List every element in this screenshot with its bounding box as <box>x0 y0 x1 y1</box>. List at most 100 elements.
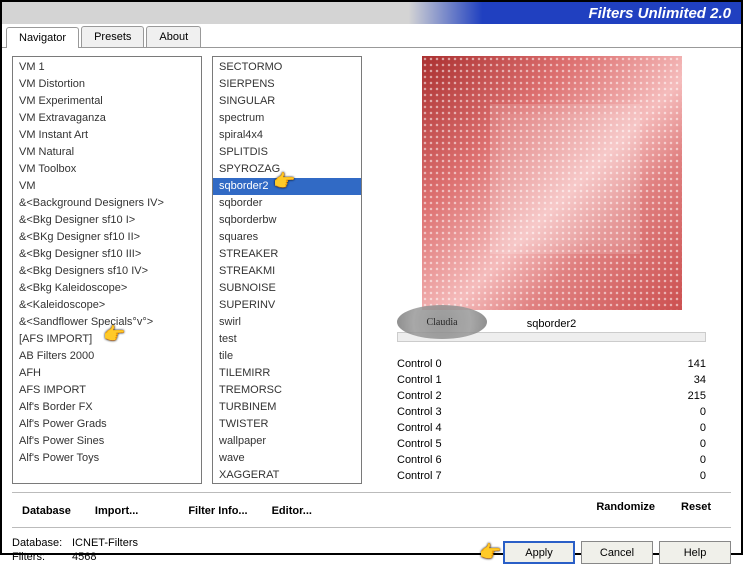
list-item[interactable]: VM Toolbox <box>13 161 201 178</box>
control-row[interactable]: Control 30 <box>397 404 706 420</box>
list-item[interactable]: sqborderbw <box>213 212 361 229</box>
control-label: Control 7 <box>397 470 442 482</box>
tab-presets[interactable]: Presets <box>81 26 144 47</box>
list-item[interactable]: AFS IMPORT <box>13 382 201 399</box>
control-label: Control 1 <box>397 374 442 386</box>
status-text: Database:ICNET-Filters Filters:4568 <box>12 536 138 564</box>
preview-inner-square <box>500 114 630 244</box>
list-item[interactable]: Alf's Power Toys <box>13 450 201 467</box>
list-item[interactable]: VM <box>13 178 201 195</box>
control-label: Control 2 <box>397 390 442 402</box>
list-item[interactable]: &<BKg Designer sf10 II> <box>13 229 201 246</box>
preview-image <box>422 56 682 310</box>
database-button[interactable]: Database <box>12 501 81 521</box>
list-item[interactable]: AB Filters 2000 <box>13 348 201 365</box>
filter-list[interactable]: SECTORMOSIERPENSSINGULARspectrumspiral4x… <box>212 56 362 484</box>
list-item[interactable]: &<Bkg Designers sf10 IV> <box>13 263 201 280</box>
reset-button[interactable]: Reset <box>681 501 711 521</box>
list-item[interactable]: sqborder2 <box>213 178 361 195</box>
app-title: Filters Unlimited 2.0 <box>588 5 731 22</box>
cancel-button[interactable]: Cancel <box>581 541 653 564</box>
list-item[interactable]: STREAKER <box>213 246 361 263</box>
list-item[interactable]: &<Bkg Designer sf10 I> <box>13 212 201 229</box>
apply-button[interactable]: Apply <box>503 541 575 564</box>
list-item[interactable]: squares <box>213 229 361 246</box>
control-row[interactable]: Control 40 <box>397 420 706 436</box>
list-item[interactable]: TURBINEM <box>213 399 361 416</box>
randomize-button[interactable]: Randomize <box>596 501 655 521</box>
list-item[interactable]: SPLITDIS <box>213 144 361 161</box>
list-item[interactable]: VM Natural <box>13 144 201 161</box>
control-value: 0 <box>700 438 706 450</box>
list-item[interactable]: &<Bkg Designer sf10 III> <box>13 246 201 263</box>
watermark: Claudia <box>397 305 487 339</box>
list-item[interactable]: VM Instant Art <box>13 127 201 144</box>
dialog-buttons: Apply Cancel Help <box>503 541 731 564</box>
main-panel: VM 1VM DistortionVM ExperimentalVM Extra… <box>2 48 741 488</box>
list-item[interactable]: wave <box>213 450 361 467</box>
title-bar: Filters Unlimited 2.0 <box>2 2 741 24</box>
list-item[interactable]: SINGULAR <box>213 93 361 110</box>
control-row[interactable]: Control 7 0 <box>397 468 706 484</box>
list-item[interactable]: VM 1 <box>13 59 201 76</box>
list-item[interactable]: &<Sandflower Specials°v°> <box>13 314 201 331</box>
list-item[interactable]: &<Background Designers IV> <box>13 195 201 212</box>
control-row[interactable]: Control 1 34 <box>397 372 706 388</box>
footer: Database:ICNET-Filters Filters:4568 Appl… <box>2 532 741 570</box>
list-item[interactable]: Alf's Power Sines <box>13 433 201 450</box>
control-row[interactable]: Control 5 0 <box>397 436 706 452</box>
divider <box>12 527 731 528</box>
list-item[interactable]: swirl <box>213 314 361 331</box>
list-item[interactable]: tile <box>213 348 361 365</box>
toolbar: Database Import... Filter Info... Editor… <box>2 497 741 523</box>
list-item[interactable]: VM Experimental <box>13 93 201 110</box>
list-item[interactable]: wallpaper <box>213 433 361 450</box>
filter-info-button[interactable]: Filter Info... <box>178 501 257 521</box>
list-item[interactable]: Alf's Border FX <box>13 399 201 416</box>
control-value: 0 <box>700 470 706 482</box>
list-item[interactable]: SIERPENS <box>213 76 361 93</box>
list-item[interactable]: TILEMIRR <box>213 365 361 382</box>
control-row[interactable]: Control 0 141 <box>397 356 706 372</box>
list-item[interactable]: spiral4x4 <box>213 127 361 144</box>
control-row[interactable]: Control 6 0 <box>397 452 706 468</box>
control-label: Control 0 <box>397 358 442 370</box>
control-row[interactable]: Control 2215 <box>397 388 706 404</box>
list-item[interactable]: TREMORSC <box>213 382 361 399</box>
control-value: 34 <box>694 374 706 386</box>
list-item[interactable]: &<Kaleidoscope> <box>13 297 201 314</box>
category-list[interactable]: VM 1VM DistortionVM ExperimentalVM Extra… <box>12 56 202 484</box>
tab-navigator[interactable]: Navigator <box>6 27 79 48</box>
control-value: 141 <box>688 358 706 370</box>
list-item[interactable]: STREAKMI <box>213 263 361 280</box>
right-pane: sqborder2 Control 0141Control 134Control… <box>372 56 731 484</box>
list-item[interactable]: SUPERINV <box>213 297 361 314</box>
list-item[interactable]: XAGGERAT <box>213 467 361 484</box>
control-label: Control 3 <box>397 406 442 418</box>
list-item[interactable]: spectrum <box>213 110 361 127</box>
list-item[interactable]: SPYROZAG <box>213 161 361 178</box>
list-item[interactable]: Alf's Power Grads <box>13 416 201 433</box>
control-label: Control 6 <box>397 454 442 466</box>
pointing-hand-icon <box>273 176 297 196</box>
tab-about[interactable]: About <box>146 26 201 47</box>
editor-button[interactable]: Editor... <box>262 501 322 521</box>
list-item[interactable]: &<Bkg Kaleidoscope> <box>13 280 201 297</box>
list-item[interactable]: [AFS IMPORT] <box>13 331 201 348</box>
list-item[interactable]: TWISTER <box>213 416 361 433</box>
control-value: 0 <box>700 422 706 434</box>
pointing-hand-icon <box>479 544 503 564</box>
tab-bar: Navigator Presets About <box>2 26 741 48</box>
control-label: Control 5 <box>397 438 442 450</box>
help-button[interactable]: Help <box>659 541 731 564</box>
list-item[interactable]: VM Extravaganza <box>13 110 201 127</box>
import-button[interactable]: Import... <box>85 501 148 521</box>
list-item[interactable]: SUBNOISE <box>213 280 361 297</box>
control-value: 0 <box>700 454 706 466</box>
pointing-hand-icon <box>103 329 127 349</box>
list-item[interactable]: sqborder <box>213 195 361 212</box>
list-item[interactable]: test <box>213 331 361 348</box>
list-item[interactable]: AFH <box>13 365 201 382</box>
list-item[interactable]: SECTORMO <box>213 59 361 76</box>
list-item[interactable]: VM Distortion <box>13 76 201 93</box>
